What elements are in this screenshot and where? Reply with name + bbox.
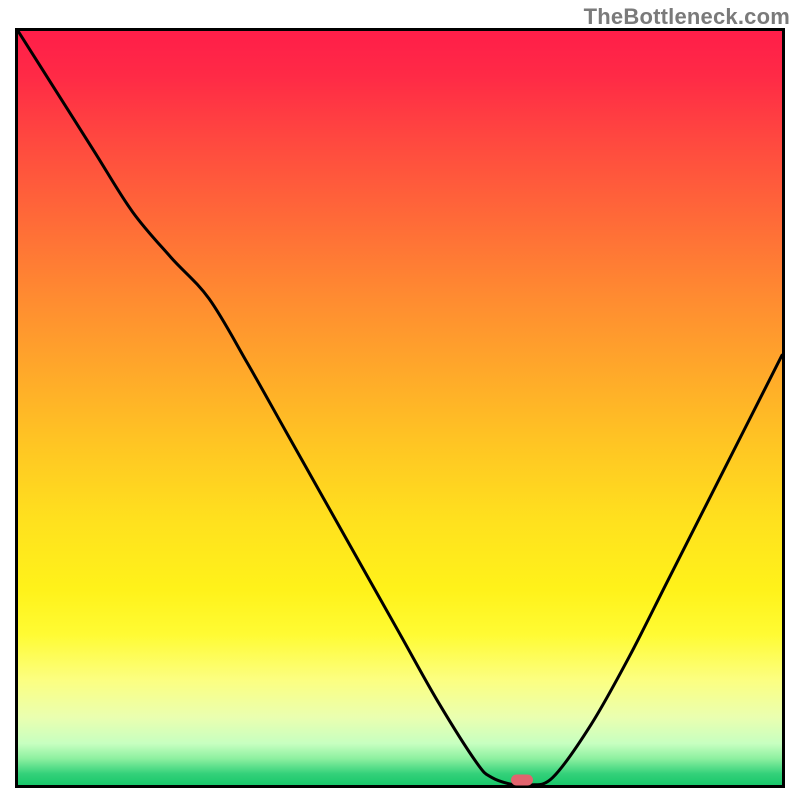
heatmap-background — [18, 31, 782, 785]
watermark-text: TheBottleneck.com — [584, 4, 790, 30]
chart-stage: TheBottleneck.com — [0, 0, 800, 800]
plot-frame — [15, 28, 785, 788]
bottleneck-plot — [18, 31, 782, 785]
optimal-marker — [511, 775, 533, 786]
